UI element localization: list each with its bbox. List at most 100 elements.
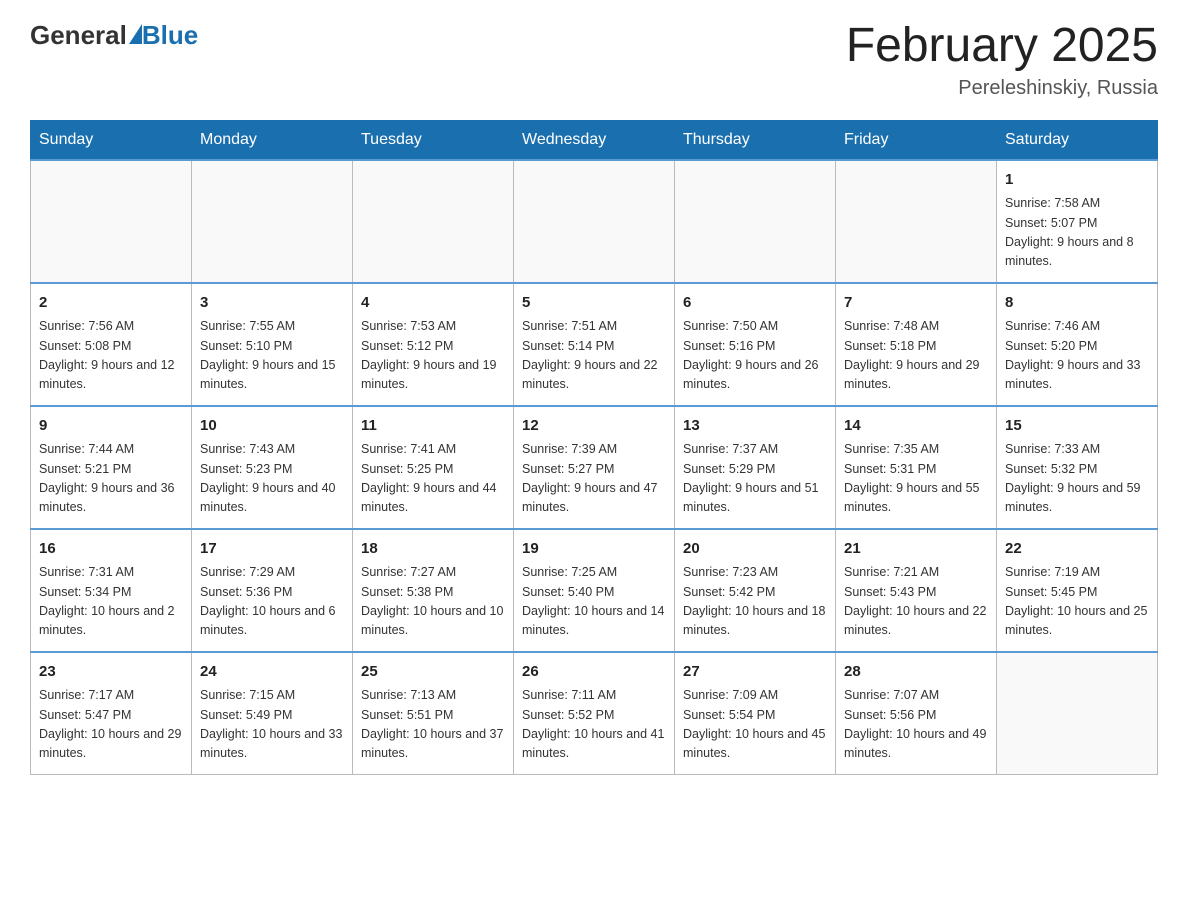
day-number: 20 [683, 538, 827, 561]
day-number: 19 [522, 538, 666, 561]
logo: General Blue [30, 20, 198, 51]
calendar-cell: 9Sunrise: 7:44 AMSunset: 5:21 PMDaylight… [31, 406, 192, 529]
col-sunday: Sunday [31, 120, 192, 160]
day-number: 18 [361, 538, 505, 561]
day-info: Sunrise: 7:46 AMSunset: 5:20 PMDaylight:… [1005, 317, 1149, 395]
location: Pereleshinskiy, Russia [846, 77, 1158, 100]
day-number: 21 [844, 538, 988, 561]
day-number: 22 [1005, 538, 1149, 561]
calendar-week-row: 1Sunrise: 7:58 AMSunset: 5:07 PMDaylight… [31, 160, 1158, 283]
day-number: 2 [39, 292, 183, 315]
day-info: Sunrise: 7:56 AMSunset: 5:08 PMDaylight:… [39, 317, 183, 395]
calendar-cell: 25Sunrise: 7:13 AMSunset: 5:51 PMDayligh… [353, 652, 514, 775]
day-info: Sunrise: 7:55 AMSunset: 5:10 PMDaylight:… [200, 317, 344, 395]
day-number: 10 [200, 415, 344, 438]
calendar-cell: 17Sunrise: 7:29 AMSunset: 5:36 PMDayligh… [192, 529, 353, 652]
calendar-week-row: 16Sunrise: 7:31 AMSunset: 5:34 PMDayligh… [31, 529, 1158, 652]
day-number: 24 [200, 661, 344, 684]
col-friday: Friday [836, 120, 997, 160]
day-info: Sunrise: 7:50 AMSunset: 5:16 PMDaylight:… [683, 317, 827, 395]
day-info: Sunrise: 7:58 AMSunset: 5:07 PMDaylight:… [1005, 194, 1149, 272]
month-title: February 2025 [846, 20, 1158, 73]
logo-blue-label: Blue [142, 20, 198, 51]
day-number: 8 [1005, 292, 1149, 315]
day-info: Sunrise: 7:39 AMSunset: 5:27 PMDaylight:… [522, 440, 666, 518]
calendar-cell: 21Sunrise: 7:21 AMSunset: 5:43 PMDayligh… [836, 529, 997, 652]
day-info: Sunrise: 7:31 AMSunset: 5:34 PMDaylight:… [39, 563, 183, 641]
calendar-cell: 18Sunrise: 7:27 AMSunset: 5:38 PMDayligh… [353, 529, 514, 652]
day-info: Sunrise: 7:29 AMSunset: 5:36 PMDaylight:… [200, 563, 344, 641]
calendar-cell [31, 160, 192, 283]
day-info: Sunrise: 7:44 AMSunset: 5:21 PMDaylight:… [39, 440, 183, 518]
day-number: 23 [39, 661, 183, 684]
calendar-cell: 11Sunrise: 7:41 AMSunset: 5:25 PMDayligh… [353, 406, 514, 529]
calendar-cell: 2Sunrise: 7:56 AMSunset: 5:08 PMDaylight… [31, 283, 192, 406]
calendar-cell: 14Sunrise: 7:35 AMSunset: 5:31 PMDayligh… [836, 406, 997, 529]
calendar-cell: 6Sunrise: 7:50 AMSunset: 5:16 PMDaylight… [675, 283, 836, 406]
col-thursday: Thursday [675, 120, 836, 160]
calendar-cell: 10Sunrise: 7:43 AMSunset: 5:23 PMDayligh… [192, 406, 353, 529]
calendar-week-row: 9Sunrise: 7:44 AMSunset: 5:21 PMDaylight… [31, 406, 1158, 529]
day-number: 25 [361, 661, 505, 684]
day-info: Sunrise: 7:13 AMSunset: 5:51 PMDaylight:… [361, 686, 505, 764]
title-block: February 2025 Pereleshinskiy, Russia [846, 20, 1158, 100]
calendar-cell: 15Sunrise: 7:33 AMSunset: 5:32 PMDayligh… [997, 406, 1158, 529]
day-info: Sunrise: 7:41 AMSunset: 5:25 PMDaylight:… [361, 440, 505, 518]
day-info: Sunrise: 7:21 AMSunset: 5:43 PMDaylight:… [844, 563, 988, 641]
col-tuesday: Tuesday [353, 120, 514, 160]
calendar-cell: 22Sunrise: 7:19 AMSunset: 5:45 PMDayligh… [997, 529, 1158, 652]
day-number: 17 [200, 538, 344, 561]
day-number: 12 [522, 415, 666, 438]
calendar-cell: 8Sunrise: 7:46 AMSunset: 5:20 PMDaylight… [997, 283, 1158, 406]
col-wednesday: Wednesday [514, 120, 675, 160]
day-number: 16 [39, 538, 183, 561]
calendar-cell: 24Sunrise: 7:15 AMSunset: 5:49 PMDayligh… [192, 652, 353, 775]
calendar-cell: 28Sunrise: 7:07 AMSunset: 5:56 PMDayligh… [836, 652, 997, 775]
day-info: Sunrise: 7:11 AMSunset: 5:52 PMDaylight:… [522, 686, 666, 764]
day-number: 27 [683, 661, 827, 684]
day-info: Sunrise: 7:48 AMSunset: 5:18 PMDaylight:… [844, 317, 988, 395]
calendar-cell: 5Sunrise: 7:51 AMSunset: 5:14 PMDaylight… [514, 283, 675, 406]
calendar-header-row: Sunday Monday Tuesday Wednesday Thursday… [31, 120, 1158, 160]
calendar-cell: 4Sunrise: 7:53 AMSunset: 5:12 PMDaylight… [353, 283, 514, 406]
page-header: General Blue February 2025 Pereleshinski… [30, 20, 1158, 100]
day-number: 1 [1005, 169, 1149, 192]
calendar-cell: 19Sunrise: 7:25 AMSunset: 5:40 PMDayligh… [514, 529, 675, 652]
day-info: Sunrise: 7:37 AMSunset: 5:29 PMDaylight:… [683, 440, 827, 518]
day-info: Sunrise: 7:53 AMSunset: 5:12 PMDaylight:… [361, 317, 505, 395]
day-info: Sunrise: 7:23 AMSunset: 5:42 PMDaylight:… [683, 563, 827, 641]
day-number: 9 [39, 415, 183, 438]
calendar-cell [514, 160, 675, 283]
day-info: Sunrise: 7:51 AMSunset: 5:14 PMDaylight:… [522, 317, 666, 395]
day-number: 7 [844, 292, 988, 315]
calendar-cell: 23Sunrise: 7:17 AMSunset: 5:47 PMDayligh… [31, 652, 192, 775]
calendar-cell: 13Sunrise: 7:37 AMSunset: 5:29 PMDayligh… [675, 406, 836, 529]
day-info: Sunrise: 7:33 AMSunset: 5:32 PMDaylight:… [1005, 440, 1149, 518]
day-number: 14 [844, 415, 988, 438]
calendar-cell: 3Sunrise: 7:55 AMSunset: 5:10 PMDaylight… [192, 283, 353, 406]
logo-triangle-icon [129, 24, 142, 44]
day-number: 28 [844, 661, 988, 684]
day-info: Sunrise: 7:25 AMSunset: 5:40 PMDaylight:… [522, 563, 666, 641]
day-info: Sunrise: 7:07 AMSunset: 5:56 PMDaylight:… [844, 686, 988, 764]
calendar-week-row: 23Sunrise: 7:17 AMSunset: 5:47 PMDayligh… [31, 652, 1158, 775]
calendar-table: Sunday Monday Tuesday Wednesday Thursday… [30, 120, 1158, 775]
day-info: Sunrise: 7:17 AMSunset: 5:47 PMDaylight:… [39, 686, 183, 764]
day-number: 5 [522, 292, 666, 315]
day-number: 6 [683, 292, 827, 315]
calendar-week-row: 2Sunrise: 7:56 AMSunset: 5:08 PMDaylight… [31, 283, 1158, 406]
day-number: 4 [361, 292, 505, 315]
calendar-cell: 16Sunrise: 7:31 AMSunset: 5:34 PMDayligh… [31, 529, 192, 652]
calendar-cell: 27Sunrise: 7:09 AMSunset: 5:54 PMDayligh… [675, 652, 836, 775]
col-saturday: Saturday [997, 120, 1158, 160]
calendar-cell: 12Sunrise: 7:39 AMSunset: 5:27 PMDayligh… [514, 406, 675, 529]
day-info: Sunrise: 7:09 AMSunset: 5:54 PMDaylight:… [683, 686, 827, 764]
calendar-cell: 20Sunrise: 7:23 AMSunset: 5:42 PMDayligh… [675, 529, 836, 652]
day-number: 13 [683, 415, 827, 438]
day-info: Sunrise: 7:35 AMSunset: 5:31 PMDaylight:… [844, 440, 988, 518]
calendar-cell [353, 160, 514, 283]
calendar-cell [192, 160, 353, 283]
calendar-cell: 26Sunrise: 7:11 AMSunset: 5:52 PMDayligh… [514, 652, 675, 775]
calendar-cell [836, 160, 997, 283]
logo-general-text: General [30, 20, 142, 51]
